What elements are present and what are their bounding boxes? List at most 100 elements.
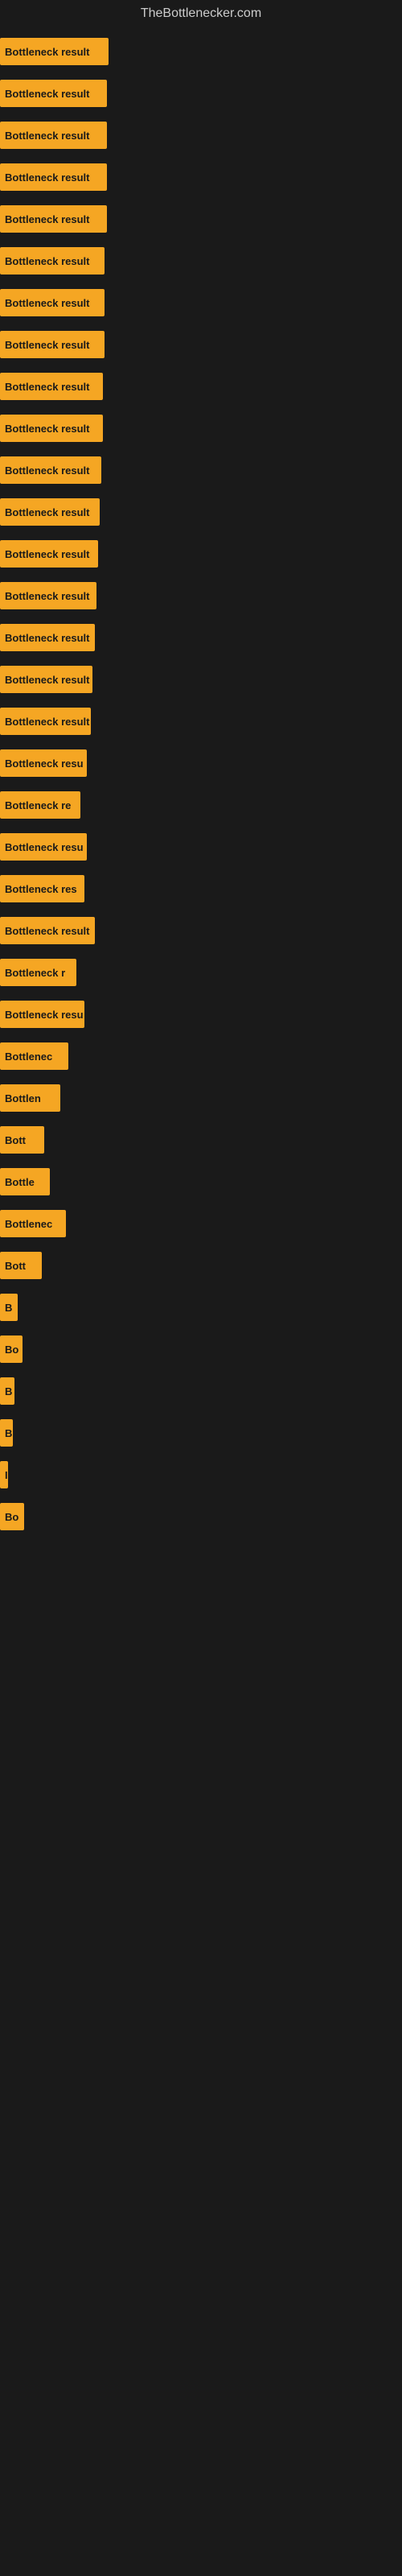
- bar-row: Bottlen: [0, 1077, 402, 1119]
- bar-row: B: [0, 1370, 402, 1412]
- bar-label: Bottleneck result: [5, 130, 89, 142]
- bottleneck-bar[interactable]: Bottleneck result: [0, 666, 92, 693]
- bar-label: Bottleneck result: [5, 171, 89, 184]
- bar-row: Bottleneck result: [0, 491, 402, 533]
- bar-row: Bo: [0, 1496, 402, 1538]
- bottleneck-bar[interactable]: Bott: [0, 1252, 42, 1279]
- bar-row: Bottleneck res: [0, 868, 402, 910]
- bar-row: Bottleneck result: [0, 617, 402, 658]
- bottleneck-bar[interactable]: Bottleneck result: [0, 247, 105, 275]
- bar-label: Bo: [5, 1344, 18, 1356]
- bar-row: B: [0, 1286, 402, 1328]
- bar-row: Bottleneck result: [0, 31, 402, 72]
- bar-row: Bottle: [0, 1161, 402, 1203]
- bar-label: Bott: [5, 1134, 26, 1146]
- bar-row: Bottleneck result: [0, 449, 402, 491]
- bottleneck-bar[interactable]: Bottleneck resu: [0, 1001, 84, 1028]
- bar-row: Bottleneck r: [0, 952, 402, 993]
- bar-row: Bottleneck result: [0, 240, 402, 282]
- bar-label: Bottleneck res: [5, 883, 77, 895]
- bar-label: Bottleneck re: [5, 799, 71, 811]
- bar-label: B: [5, 1385, 12, 1397]
- bars-container: Bottleneck result Bottleneck result Bottle…: [0, 31, 402, 1554]
- bar-row: Bottlenec: [0, 1035, 402, 1077]
- bar-label: Bottleneck result: [5, 88, 89, 100]
- bottleneck-bar[interactable]: Bottlenec: [0, 1042, 68, 1070]
- bar-label: Bottle: [5, 1176, 35, 1188]
- bottleneck-bar[interactable]: Bott: [0, 1126, 44, 1154]
- bar-row: Bottleneck result: [0, 324, 402, 365]
- bar-label: Bottleneck result: [5, 423, 89, 435]
- bottleneck-bar[interactable]: Bottleneck result: [0, 415, 103, 442]
- bottleneck-bar[interactable]: Bottleneck result: [0, 540, 98, 568]
- bar-label: Bottleneck resu: [5, 1009, 84, 1021]
- bar-label: Bottleneck resu: [5, 841, 84, 853]
- bar-row: Bottleneck result: [0, 198, 402, 240]
- bar-label: Bottlen: [5, 1092, 41, 1104]
- bottleneck-bar[interactable]: Bottleneck result: [0, 708, 91, 735]
- site-title: TheBottlenecker.com: [0, 0, 402, 31]
- bar-label: Bottleneck result: [5, 381, 89, 393]
- bar-label: Bottleneck result: [5, 213, 89, 225]
- bar-label: Bo: [5, 1511, 18, 1523]
- bottleneck-bar[interactable]: Bo: [0, 1503, 24, 1530]
- bottleneck-bar[interactable]: Bottleneck result: [0, 80, 107, 107]
- bottleneck-bar[interactable]: Bottleneck result: [0, 373, 103, 400]
- bottleneck-bar[interactable]: Bottleneck result: [0, 456, 101, 484]
- bar-label: Bottleneck result: [5, 590, 89, 602]
- bar-label: Bottleneck result: [5, 674, 89, 686]
- bottleneck-bar[interactable]: Bottleneck result: [0, 38, 109, 65]
- bar-label: B: [5, 1427, 12, 1439]
- bottleneck-bar[interactable]: Bo: [0, 1335, 23, 1363]
- bottleneck-bar[interactable]: Bottleneck resu: [0, 749, 87, 777]
- bar-label: Bottleneck result: [5, 464, 89, 477]
- bar-label: Bottleneck resu: [5, 758, 84, 770]
- bottleneck-bar[interactable]: Bottleneck r: [0, 959, 76, 986]
- bar-row: Bottleneck result: [0, 658, 402, 700]
- bar-label: Bott: [5, 1260, 26, 1272]
- bar-label: Bottlenec: [5, 1218, 52, 1230]
- bar-label: Bottleneck result: [5, 548, 89, 560]
- bar-row: Bott: [0, 1119, 402, 1161]
- bottleneck-bar[interactable]: Bottleneck result: [0, 122, 107, 149]
- bar-row: Bottleneck result: [0, 575, 402, 617]
- bottleneck-bar[interactable]: Bottleneck result: [0, 917, 95, 944]
- bottleneck-bar[interactable]: Bottlen: [0, 1084, 60, 1112]
- bar-row: Bottleneck result: [0, 114, 402, 156]
- bar-label: Bottleneck result: [5, 297, 89, 309]
- bar-label: B: [5, 1302, 12, 1314]
- bottleneck-bar[interactable]: Bottleneck result: [0, 331, 105, 358]
- bar-label: Bottleneck result: [5, 716, 89, 728]
- bottleneck-bar[interactable]: I: [0, 1461, 8, 1488]
- bar-row: Bottleneck result: [0, 72, 402, 114]
- bottleneck-bar[interactable]: Bottleneck result: [0, 205, 107, 233]
- bottleneck-bar[interactable]: Bottle: [0, 1168, 50, 1195]
- bottleneck-bar[interactable]: Bottleneck result: [0, 498, 100, 526]
- bar-row: Bottleneck result: [0, 407, 402, 449]
- bar-row: B: [0, 1412, 402, 1454]
- bottleneck-bar[interactable]: Bottleneck resu: [0, 833, 87, 861]
- bottleneck-bar[interactable]: Bottleneck res: [0, 875, 84, 902]
- bottleneck-bar[interactable]: B: [0, 1419, 13, 1447]
- bar-row: Bottleneck result: [0, 910, 402, 952]
- bar-label: Bottleneck result: [5, 46, 89, 58]
- bottleneck-bar[interactable]: B: [0, 1377, 14, 1405]
- bottleneck-bar[interactable]: Bottleneck result: [0, 163, 107, 191]
- bar-row: Bottleneck resu: [0, 993, 402, 1035]
- bar-label: Bottlenec: [5, 1051, 52, 1063]
- bar-label: I: [5, 1469, 8, 1481]
- bottleneck-bar[interactable]: Bottleneck result: [0, 289, 105, 316]
- bottleneck-bar[interactable]: Bottlenec: [0, 1210, 66, 1237]
- bar-row: Bottleneck resu: [0, 742, 402, 784]
- bar-row: Bottleneck result: [0, 156, 402, 198]
- bar-label: Bottleneck result: [5, 506, 89, 518]
- bar-row: Bottleneck result: [0, 533, 402, 575]
- bar-label: Bottleneck result: [5, 925, 89, 937]
- bar-row: I: [0, 1454, 402, 1496]
- bar-row: Bottleneck resu: [0, 826, 402, 868]
- bottleneck-bar[interactable]: Bottleneck re: [0, 791, 80, 819]
- bottleneck-bar[interactable]: Bottleneck result: [0, 624, 95, 651]
- bottleneck-bar[interactable]: Bottleneck result: [0, 582, 96, 609]
- bar-row: Bottleneck result: [0, 365, 402, 407]
- bottleneck-bar[interactable]: B: [0, 1294, 18, 1321]
